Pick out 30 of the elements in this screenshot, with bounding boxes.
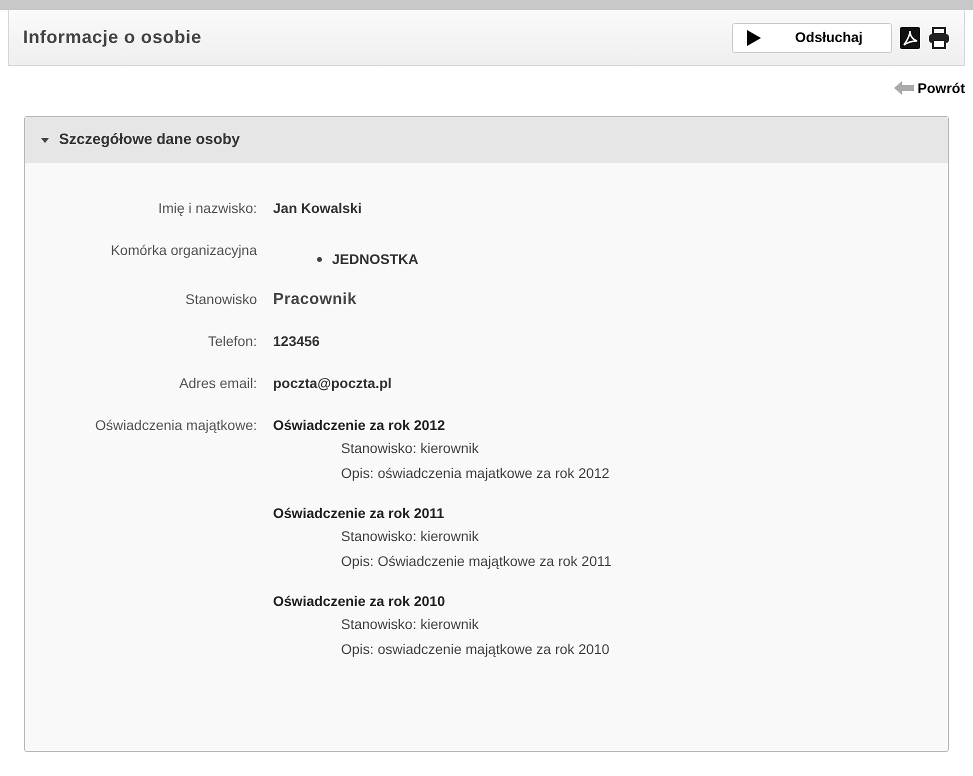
field-value: poczta@poczta.pl — [273, 375, 392, 391]
list-item: JEDNOSTKA — [332, 250, 418, 269]
statement-description: Opis: oswiadczenie majątkowe za rok 2010 — [340, 640, 610, 659]
pdf-icon[interactable] — [900, 26, 920, 48]
caret-icon — [41, 136, 49, 144]
print-icon[interactable] — [928, 26, 950, 48]
back-arrow-icon — [894, 81, 914, 95]
back-link[interactable]: Powrót — [918, 78, 965, 98]
page-title: Informacje o osobie — [23, 26, 202, 49]
play-icon — [747, 30, 761, 46]
statement-title: Oświadczenie za rok 2010 — [273, 592, 446, 611]
panel-header[interactable]: Szczegółowe dane osoby — [25, 117, 948, 163]
field-label: Imię i nazwisko: — [157, 199, 258, 218]
statement-position: Stanowisko: kierownik — [340, 439, 480, 458]
field-label: Oświadczenia majątkowe: — [94, 416, 258, 435]
listen-button[interactable]: Odsłuchaj — [732, 22, 892, 52]
field-value: Pracownik — [273, 291, 357, 308]
field-value: 123456 — [273, 333, 320, 349]
field-value: Jan Kowalski — [273, 200, 362, 216]
statement-description: Opis: oświadczenia majatkowe za rok 2012 — [340, 464, 610, 483]
statement-description: Opis: Oświadczenie majątkowe za rok 2011 — [340, 552, 613, 571]
field-label: Adres email: — [178, 374, 258, 393]
field-label: Stanowisko — [184, 290, 258, 309]
statement-position: Stanowisko: kierownik — [340, 615, 480, 634]
field-label: Telefon: — [206, 332, 258, 351]
field-label: Komórka organizacyjna — [110, 241, 258, 260]
bullet-icon — [317, 257, 322, 262]
statement-position: Stanowisko: kierownik — [340, 527, 480, 546]
statement-title: Oświadczenie za rok 2011 — [273, 504, 446, 523]
statement-title: Oświadczenie za rok 2012 — [273, 416, 446, 435]
